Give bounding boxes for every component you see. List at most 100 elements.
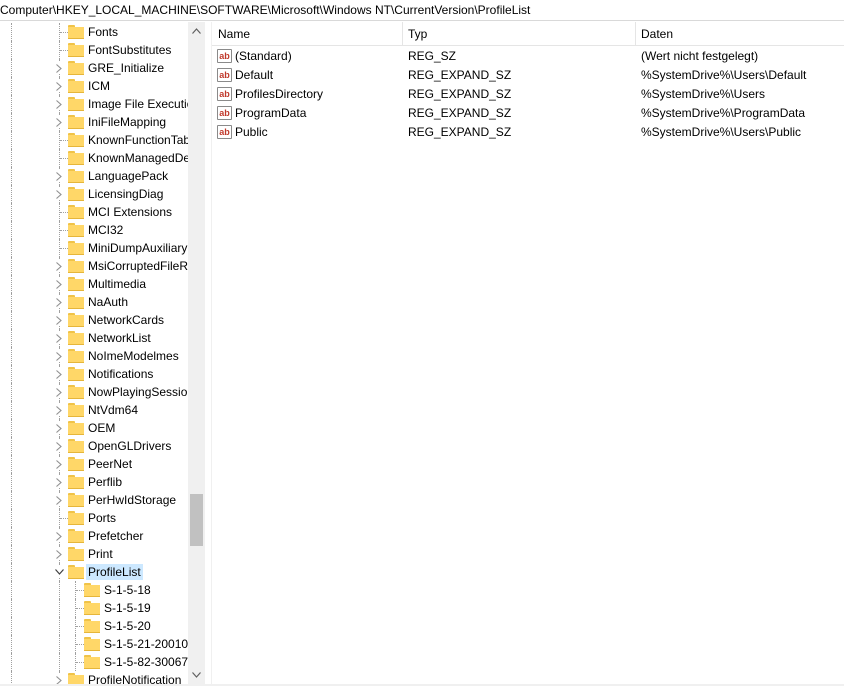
chevron-right-icon[interactable] (53, 440, 65, 452)
tree-item[interactable]: NtVdm64 (0, 401, 188, 419)
value-data: (Wert nicht festgelegt) (641, 49, 759, 63)
string-value-icon: ab (217, 68, 232, 82)
tree-item[interactable]: PeerNet (0, 455, 188, 473)
tree-item[interactable]: Perflib (0, 473, 188, 491)
chevron-right-icon[interactable] (53, 458, 65, 470)
chevron-right-icon[interactable] (53, 530, 65, 542)
column-header-data[interactable]: Daten (635, 22, 844, 46)
chevron-right-icon[interactable] (53, 314, 65, 326)
tree-item[interactable]: NowPlayingSession (0, 383, 188, 401)
chevron-right-icon[interactable] (53, 350, 65, 362)
tree-item-label: ICM (88, 79, 110, 93)
tree-item[interactable]: FontSubstitutes (0, 41, 188, 59)
value-data: %SystemDrive%\ProgramData (641, 106, 806, 120)
tree-item[interactable]: MsiCorruptedFileRe (0, 257, 188, 275)
folder-icon (68, 493, 84, 507)
chevron-right-icon[interactable] (53, 260, 65, 272)
tree-item-label: MiniDumpAuxiliary (88, 241, 188, 255)
chevron-right-icon[interactable] (53, 116, 65, 128)
value-row[interactable]: ab Public REG_EXPAND_SZ %SystemDrive%\Users… (212, 123, 844, 142)
tree-item-label: S-1-5-18 (104, 583, 151, 597)
address-bar[interactable]: Computer\HKEY_LOCAL_MACHINE\SOFTWARE\Mic… (0, 0, 844, 21)
tree-item[interactable]: IniFileMapping (0, 113, 188, 131)
tree-guide-line (76, 608, 84, 609)
tree-item[interactable]: Prefetcher (0, 527, 188, 545)
value-name: (Standard) (235, 49, 292, 63)
tree-item[interactable]: NoImeModelmes (0, 347, 188, 365)
tree-item-label: FontSubstitutes (88, 43, 172, 57)
tree-guide-line (60, 50, 68, 51)
chevron-right-icon[interactable] (53, 62, 65, 74)
chevron-right-icon[interactable] (53, 170, 65, 182)
value-name: ProfilesDirectory (235, 87, 324, 101)
scroll-down-arrow-icon[interactable] (188, 666, 205, 683)
chevron-right-icon[interactable] (53, 422, 65, 434)
value-row[interactable]: ab (Standard) REG_SZ (Wert nicht festgelegt… (212, 47, 844, 66)
tree-item[interactable]: Notifications (0, 365, 188, 383)
tree-item[interactable]: PerHwIdStorage (0, 491, 188, 509)
folder-icon (68, 511, 84, 525)
tree-item[interactable]: LanguagePack (0, 167, 188, 185)
tree-item[interactable]: S-1-5-21-200104 (0, 635, 188, 653)
chevron-down-icon[interactable] (53, 566, 65, 578)
tree-item[interactable]: KnownFunctionTab (0, 131, 188, 149)
registry-key-tree[interactable]: Fonts FontSubstitutes GRE_Initialize ICM Ima… (0, 22, 188, 686)
value-data: %SystemDrive%\Users\Default (641, 68, 807, 82)
tree-item-label: MCI Extensions (88, 205, 173, 219)
chevron-right-icon[interactable] (53, 188, 65, 200)
folder-icon (68, 313, 84, 327)
chevron-right-icon[interactable] (53, 296, 65, 308)
folder-icon (68, 79, 84, 93)
tree-item[interactable]: NaAuth (0, 293, 188, 311)
column-header-type[interactable]: Typ (402, 22, 635, 46)
chevron-right-icon[interactable] (53, 278, 65, 290)
tree-guide-line (60, 140, 68, 141)
tree-item[interactable]: LicensingDiag (0, 185, 188, 203)
tree-item[interactable]: ICM (0, 77, 188, 95)
value-row[interactable]: ab Default REG_EXPAND_SZ %SystemDrive%\User… (212, 66, 844, 85)
value-row[interactable]: ab ProfilesDirectory REG_EXPAND_SZ %SystemD… (212, 85, 844, 104)
tree-guide-line (11, 581, 12, 599)
tree-item[interactable]: OpenGLDrivers (0, 437, 188, 455)
tree-item[interactable]: Multimedia (0, 275, 188, 293)
tree-item[interactable]: NetworkList (0, 329, 188, 347)
value-type: REG_EXPAND_SZ (408, 87, 512, 101)
tree-vertical-scrollbar[interactable] (188, 22, 205, 686)
tree-item[interactable]: GRE_Initialize (0, 59, 188, 77)
tree-item[interactable]: OEM (0, 419, 188, 437)
pane-splitter[interactable] (205, 22, 212, 686)
tree-item[interactable]: S-1-5-20 (0, 617, 188, 635)
tree-item[interactable]: S-1-5-19 (0, 599, 188, 617)
chevron-right-icon[interactable] (53, 332, 65, 344)
folder-icon (84, 619, 100, 633)
tree-item[interactable]: S-1-5-82-300670 (0, 653, 188, 671)
chevron-right-icon[interactable] (53, 386, 65, 398)
tree-guide-line (11, 473, 12, 491)
tree-guide-line (11, 311, 12, 329)
chevron-right-icon[interactable] (53, 494, 65, 506)
chevron-right-icon[interactable] (53, 548, 65, 560)
chevron-right-icon[interactable] (53, 404, 65, 416)
scroll-up-arrow-icon[interactable] (188, 22, 205, 39)
tree-item-label: S-1-5-82-300670 (104, 655, 188, 669)
value-row[interactable]: ab ProgramData REG_EXPAND_SZ %SystemDrive%\… (212, 104, 844, 123)
chevron-right-icon[interactable] (53, 476, 65, 488)
tree-item[interactable]: Image File Executio (0, 95, 188, 113)
chevron-right-icon[interactable] (53, 80, 65, 92)
chevron-right-icon[interactable] (53, 98, 65, 110)
tree-guide-line (11, 95, 12, 113)
tree-item[interactable]: Print (0, 545, 188, 563)
tree-item[interactable]: MCI Extensions (0, 203, 188, 221)
tree-item[interactable]: ProfileList (0, 563, 188, 581)
tree-item[interactable]: KnownManagedDe (0, 149, 188, 167)
tree-item[interactable]: Fonts (0, 23, 188, 41)
tree-guide-line (11, 509, 12, 527)
tree-item[interactable]: MiniDumpAuxiliary (0, 239, 188, 257)
tree-item[interactable]: S-1-5-18 (0, 581, 188, 599)
chevron-right-icon[interactable] (53, 368, 65, 380)
tree-item[interactable]: Ports (0, 509, 188, 527)
tree-item[interactable]: MCI32 (0, 221, 188, 239)
column-header-name[interactable]: Name (212, 22, 402, 46)
tree-item[interactable]: NetworkCards (0, 311, 188, 329)
scroll-thumb[interactable] (190, 494, 203, 546)
